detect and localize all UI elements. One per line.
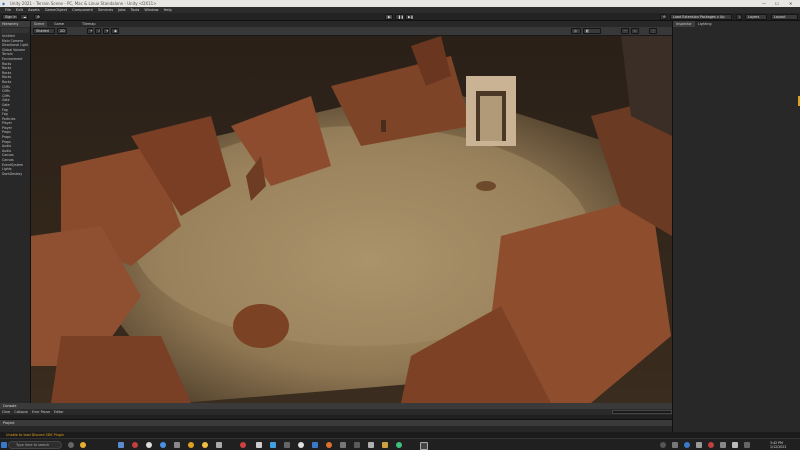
tray-icon[interactable] [672, 442, 678, 448]
tab-console[interactable]: Console [0, 404, 16, 408]
2d-toggle[interactable]: 2D [57, 28, 67, 34]
app-icon[interactable] [326, 442, 332, 448]
effects-toggle-icon[interactable]: ✦ [103, 28, 109, 34]
app-icon[interactable] [132, 442, 138, 448]
console-clear-button[interactable]: Clear [2, 410, 10, 414]
app-icon[interactable] [118, 442, 124, 448]
console-search-input[interactable] [612, 410, 672, 414]
menu-window[interactable]: Window [144, 8, 158, 12]
console-error-pause-button[interactable]: Error Pause [32, 410, 50, 414]
scene-render [31, 36, 672, 403]
lighting-toggle-icon[interactable]: ☀ [87, 28, 93, 34]
app-icon[interactable] [240, 442, 246, 448]
main-toolbar: Sign in ☁ ⚙ ▶ ❚❚ ▶❚ ⟲ Load Extension Pac… [0, 13, 800, 21]
unity-taskbar-icon[interactable] [420, 442, 428, 450]
search-icon[interactable]: ⌕ [736, 14, 742, 20]
tray-icon[interactable] [708, 442, 714, 448]
menu-jobs[interactable]: Jobs [118, 8, 125, 12]
hierarchy-item[interactable]: DontDestroy [2, 172, 30, 177]
tab-lighting[interactable]: Lighting [695, 21, 715, 27]
maximize-button[interactable]: ☐ [775, 1, 779, 6]
taskbar-search-input[interactable]: Type here to search [8, 441, 62, 449]
app-icon[interactable] [284, 442, 290, 448]
app-icon[interactable] [396, 442, 402, 448]
play-button[interactable]: ▶ [385, 14, 393, 20]
gizmos-dropdown[interactable]: ◎ [571, 28, 581, 34]
app-icon[interactable] [256, 442, 262, 448]
step-button[interactable]: ▶❚ [405, 14, 413, 20]
app-icon[interactable] [188, 442, 194, 448]
window-title: Unity 2021 - Terrain Scene - PC, Mac & L… [10, 1, 157, 6]
menu-tools[interactable]: Tools [131, 8, 140, 12]
tab-inspector[interactable]: Inspector [673, 21, 695, 27]
app-icon[interactable] [382, 442, 388, 448]
windows-start-icon[interactable] [1, 442, 7, 448]
close-button[interactable]: ✕ [789, 1, 792, 6]
tray-icon[interactable] [732, 442, 738, 448]
more-options-icon[interactable]: ⋮ [649, 28, 657, 34]
collab-icon[interactable]: ⚙ [34, 14, 40, 20]
tab-project[interactable]: Project [0, 421, 15, 425]
app-icon[interactable] [368, 442, 374, 448]
layout-dropdown[interactable]: Layout [771, 14, 798, 20]
console-editor-dropdown[interactable]: Editor [54, 410, 63, 414]
menu-component[interactable]: Component [72, 8, 93, 12]
layers-dropdown[interactable]: Layers [745, 14, 767, 20]
menu-services[interactable]: Services [98, 8, 113, 12]
history-icon[interactable]: ⟲ [660, 14, 666, 20]
app-icon[interactable] [216, 442, 222, 448]
app-icon[interactable] [354, 442, 360, 448]
cloud-icon[interactable]: ☁ [20, 14, 28, 20]
tray-icon[interactable] [696, 442, 702, 448]
title-bar: ◆ Unity 2021 - Terrain Scene - PC, Mac &… [0, 0, 800, 7]
inspector-panel: Inspector Lighting [672, 21, 800, 432]
menu-gameobject[interactable]: GameObject [45, 8, 67, 12]
app-icon[interactable] [146, 442, 152, 448]
scene-toolbar: Shaded 2D ☀ ♪ ✦ ◉ ◎ ◧ ⋯ ⌕ ⋮ [31, 27, 672, 36]
windows-taskbar: Type here to search 3:42 PM 1/12/2022 [0, 438, 800, 450]
task-view-icon[interactable] [68, 442, 74, 448]
hierarchy-list: Untitled Main Camera Directional Light Glob… [0, 34, 30, 176]
boulder [233, 304, 289, 348]
tray-icon[interactable] [744, 442, 750, 448]
scene-search-icon[interactable]: ⌕ [631, 28, 639, 34]
menu-help[interactable]: Help [164, 8, 172, 12]
console-collapse-button[interactable]: Collapse [14, 410, 28, 414]
audio-toggle-icon[interactable]: ♪ [95, 28, 101, 34]
project-tab-bar: Project [0, 419, 672, 426]
app-icon[interactable] [160, 442, 166, 448]
character [381, 120, 386, 132]
hierarchy-tab[interactable]: Hierarchy [0, 21, 30, 27]
menu-assets[interactable]: Assets [28, 8, 40, 12]
extension-dropdown[interactable]: Load Extension Packages v Up [670, 14, 732, 20]
menu-edit[interactable]: Edit [16, 8, 23, 12]
tray-icon[interactable] [720, 442, 726, 448]
shading-mode-dropdown[interactable]: Shaded [33, 28, 55, 34]
app-icon[interactable] [202, 442, 208, 448]
hierarchy-search-input[interactable] [1, 28, 29, 33]
file-explorer-icon[interactable] [80, 442, 86, 448]
camera-settings-icon[interactable]: ◧ [583, 28, 601, 34]
unity-logo-icon: ◆ [2, 1, 6, 6]
menu-file[interactable]: File [5, 8, 11, 12]
scene-view-options-icon[interactable]: ⋯ [621, 28, 629, 34]
hierarchy-panel: Hierarchy Untitled Main Camera Directional… [0, 21, 31, 404]
app-icon[interactable] [340, 442, 346, 448]
taskbar-date[interactable]: 1/12/2022 [770, 445, 786, 449]
minimize-button[interactable]: — [762, 1, 766, 6]
app-icon[interactable] [174, 442, 180, 448]
tray-icon[interactable] [660, 442, 666, 448]
account-button[interactable]: Sign in [2, 14, 18, 20]
scene-viewport[interactable] [31, 36, 672, 403]
visibility-icon[interactable]: ◉ [111, 28, 119, 34]
app-icon[interactable] [270, 442, 276, 448]
pause-button[interactable]: ❚❚ [395, 14, 404, 20]
tray-icon[interactable] [684, 442, 690, 448]
app-icon[interactable] [298, 442, 304, 448]
app-icon[interactable] [312, 442, 318, 448]
